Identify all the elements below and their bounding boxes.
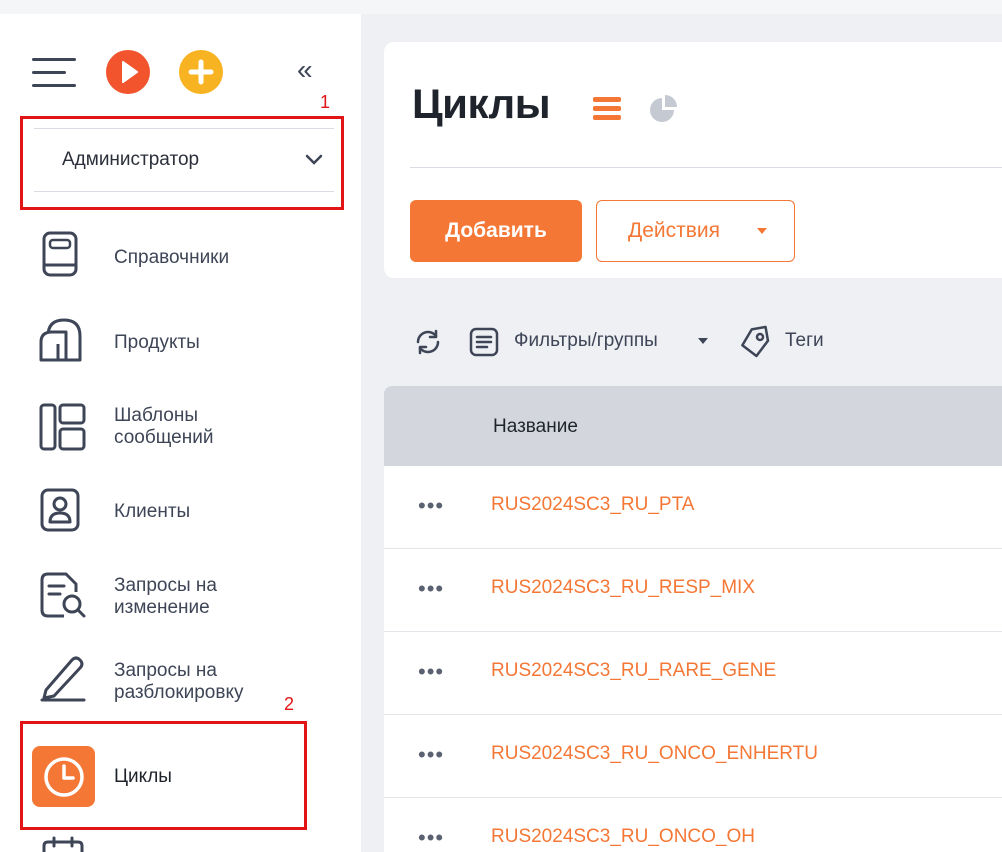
row-menu-icon[interactable]: ••• [418,493,444,519]
table-row: ••• RUS2024SC3_RU_ONCO_ENHERTU [384,715,1002,798]
calendar-icon[interactable] [40,836,86,852]
row-menu-icon[interactable]: ••• [418,825,444,851]
table-row: ••• RUS2024SC3_RU_RESP_MIX [384,549,1002,632]
annotation-number-2: 2 [284,694,295,714]
table-header: Название [384,386,1002,466]
row-menu-icon[interactable]: ••• [418,659,444,685]
filters-groups-dropdown[interactable]: Фильтры/группы [514,330,658,352]
page-title: Циклы [412,80,551,127]
cycle-name-link[interactable]: RUS2024SC3_RU_RARE_GENE [491,660,776,682]
templates-icon [39,403,86,451]
sidebar-item-label: Продукты [114,332,200,353]
column-header-name[interactable]: Название [493,416,578,438]
refresh-icon[interactable] [412,328,444,356]
client-icon [40,488,80,532]
sidebar-item-label: Запросы на [114,575,217,596]
caret-down-icon [698,338,708,344]
play-icon[interactable] [106,50,150,94]
chart-view-icon[interactable] [646,92,680,124]
actions-dropdown-button[interactable]: Действия [596,200,795,262]
caret-down-icon [757,228,767,234]
annotation-number-1: 1 [320,92,331,112]
tag-icon[interactable] [738,325,772,359]
pencil-icon [40,656,86,702]
table-row: ••• RUS2024SC3_RU_RARE_GENE [384,632,1002,715]
table-row: ••• RUS2024SC3_RU_ONCO_OH [384,798,1002,852]
title-divider [410,167,1002,168]
hamburger-menu-icon[interactable] [32,58,78,88]
cycle-name-link[interactable]: RUS2024SC3_RU_ONCO_ENHERTU [491,743,818,765]
annotation-frame-2 [20,721,307,830]
sidebar-item-label: Клиенты [114,501,191,522]
actions-label: Действия [628,219,721,242]
row-menu-icon[interactable]: ••• [418,742,444,768]
collapse-sidebar-icon[interactable]: « [297,56,313,84]
tags-button[interactable]: Теги [785,330,824,352]
products-icon [39,318,82,362]
annotation-frame-1 [20,116,344,210]
add-button[interactable]: Добавить [410,200,582,262]
sidebar-item-label: разблокировку [114,682,244,703]
sidebar-item-label: Запросы на [114,660,217,681]
sidebar-item-label: Шаблоны [114,405,199,426]
sidebar-item-label: сообщений [114,427,214,448]
list-view-icon[interactable] [590,93,624,123]
top-strip [0,0,1002,14]
cycle-name-link[interactable]: RUS2024SC3_RU_PTA [491,494,694,516]
sidebar-item-label: изменение [114,597,210,618]
change-request-icon [40,572,86,618]
book-icon [42,231,78,277]
add-icon[interactable] [179,50,223,94]
row-menu-icon[interactable]: ••• [418,576,444,602]
filter-list-icon[interactable] [468,326,500,358]
table-row: ••• RUS2024SC3_RU_PTA [384,466,1002,549]
sidebar-item-label: Справочники [114,247,230,268]
cycle-name-link[interactable]: RUS2024SC3_RU_ONCO_OH [491,826,755,848]
cycle-name-link[interactable]: RUS2024SC3_RU_RESP_MIX [491,577,755,599]
